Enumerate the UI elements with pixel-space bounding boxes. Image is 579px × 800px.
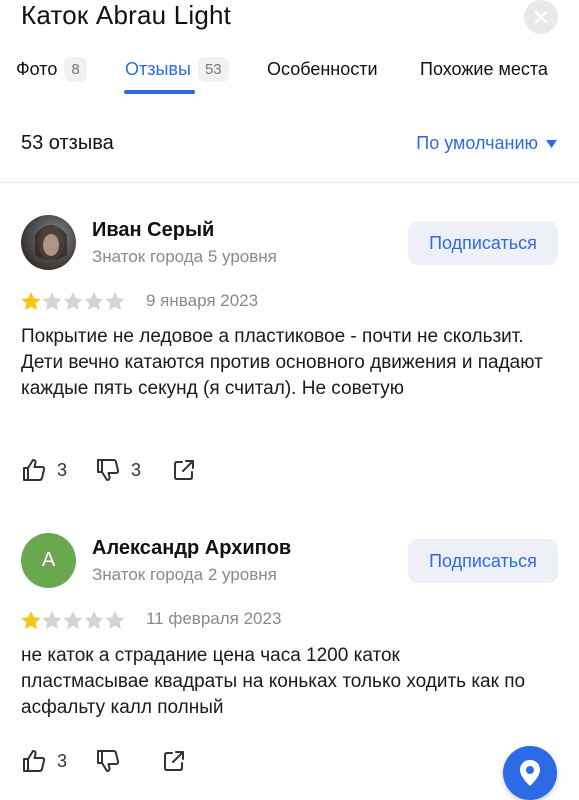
dislike-button[interactable]: 3 [95, 457, 141, 483]
review-date: 11 февраля 2023 [146, 609, 282, 628]
chevron-down-icon [546, 139, 557, 148]
close-icon [534, 10, 548, 24]
share-button[interactable] [171, 457, 197, 483]
thumbs-up-icon [23, 459, 46, 481]
tab-count: 53 [197, 56, 229, 82]
author-name[interactable]: Иван Серый [92, 219, 214, 242]
share-icon [174, 460, 195, 480]
star-empty-icon [84, 611, 104, 629]
author-level: Знаток города 2 уровня [92, 565, 277, 584]
star-empty-icon [63, 292, 83, 310]
active-tab-indicator [124, 90, 195, 94]
review-text: не каток а страдание цена часа 1200 като… [21, 645, 526, 718]
tab-label: Фото [16, 58, 58, 79]
page-title: Каток Abrau Light [21, 0, 232, 30]
review-text: Покрытие не ледовое а пластиковое - почт… [21, 326, 543, 399]
star-empty-icon [105, 611, 125, 629]
review-date: 9 января 2023 [146, 291, 259, 310]
tab-count: 8 [64, 56, 87, 82]
tab-label: Особенности [267, 58, 378, 79]
tab-similar-places[interactable]: Похожие места [420, 52, 548, 86]
tab-bar: Фото 8 Отзывы 53 Особенности Похожие мес… [0, 52, 579, 98]
close-button[interactable] [524, 0, 558, 34]
star-filled-icon [21, 292, 41, 310]
tab-reviews[interactable]: Отзывы 53 [125, 52, 229, 86]
review-actions: 3 [21, 748, 187, 774]
star-rating [21, 292, 126, 311]
like-count: 3 [57, 459, 68, 480]
avatar[interactable]: А [21, 533, 76, 588]
star-empty-icon [84, 292, 104, 310]
tab-features[interactable]: Особенности [267, 52, 378, 86]
share-icon [164, 751, 185, 771]
tab-label: Похожие места [420, 58, 548, 79]
like-button[interactable]: 3 [21, 748, 67, 774]
star-rating [21, 611, 126, 630]
thumbs-down-icon [97, 459, 120, 481]
author-name[interactable]: Александр Архипов [92, 537, 291, 560]
sort-dropdown[interactable]: По умолчанию [416, 133, 557, 154]
thumbs-up-icon [23, 750, 46, 772]
author-level: Знаток города 5 уровня [92, 247, 277, 266]
user-photo-icon [35, 225, 67, 260]
star-empty-icon [42, 292, 62, 310]
avatar-letter: А [41, 549, 56, 571]
star-empty-icon [63, 611, 83, 629]
like-button[interactable]: 3 [21, 457, 67, 483]
divider [0, 182, 579, 183]
star-empty-icon [42, 611, 62, 629]
subscribe-button[interactable]: Подписаться [408, 539, 558, 583]
subscribe-button[interactable]: Подписаться [408, 221, 558, 265]
tab-photo[interactable]: Фото 8 [16, 52, 87, 86]
share-button[interactable] [161, 748, 187, 774]
dislike-button[interactable] [95, 748, 131, 774]
map-location-button[interactable] [503, 746, 557, 800]
star-empty-icon [105, 292, 125, 310]
reviews-count: 53 отзыва [21, 132, 114, 154]
tab-label: Отзывы [125, 58, 191, 79]
like-count: 3 [57, 750, 68, 771]
review-actions: 3 3 [21, 457, 197, 483]
thumbs-down-icon [97, 750, 120, 772]
map-pin-icon [520, 760, 540, 786]
sort-label: По умолчанию [416, 133, 538, 153]
dislike-count: 3 [131, 459, 142, 480]
avatar[interactable] [21, 215, 76, 270]
star-filled-icon [21, 611, 41, 629]
